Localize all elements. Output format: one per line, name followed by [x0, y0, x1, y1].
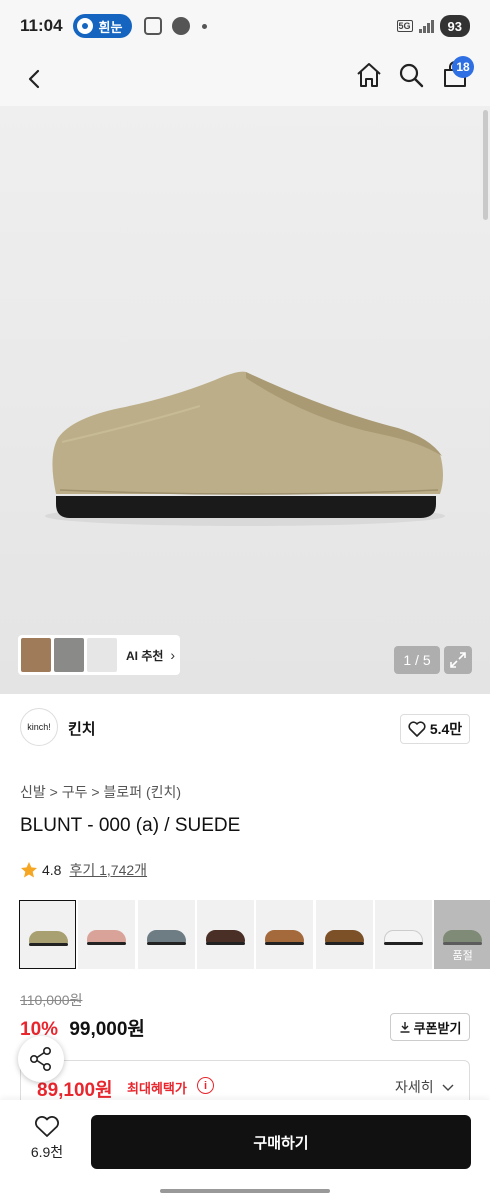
original-price: 110,000원: [20, 992, 83, 1008]
swatch-sole: [324, 942, 364, 945]
coupon-button[interactable]: 쿠폰받기: [390, 1013, 470, 1041]
product-title: BLUNT - 000 (a) / SUEDE: [20, 815, 241, 836]
expand-icon[interactable]: [444, 646, 472, 674]
product-image[interactable]: [0, 106, 490, 694]
swatch-sole: [29, 943, 68, 946]
coupon-label: 쿠폰받기: [413, 1020, 462, 1036]
screenshot-icon: [144, 17, 163, 35]
max-benefit-label: 최대혜택가: [127, 1081, 187, 1096]
more-notifications-icon: [202, 23, 208, 29]
shoe-image: [45, 371, 445, 526]
network-type: 5G: [396, 20, 413, 32]
search-icon[interactable]: [396, 60, 426, 90]
share-button[interactable]: [18, 1036, 64, 1082]
breadcrumb[interactable]: 신발 > 구두 > 블로퍼 (킨치): [20, 782, 181, 802]
recommend-thumb[interactable]: [54, 638, 84, 672]
recommend-thumb[interactable]: [21, 638, 51, 672]
ai-recommend-strip[interactable]: AI 추천 ›: [18, 635, 180, 675]
heart-icon: [408, 721, 426, 737]
color-swatch[interactable]: [78, 900, 136, 969]
sale-price: 99,000원: [69, 1019, 145, 1040]
brand-logo[interactable]: kinch!: [20, 708, 58, 746]
color-swatch[interactable]: [19, 900, 76, 969]
signal-icon: [418, 19, 434, 33]
status-right-group: 5G 93: [396, 15, 470, 37]
brand-like-button[interactable]: 5.4만: [400, 714, 470, 744]
color-swatch[interactable]: 품절: [434, 900, 490, 969]
star-icon: [21, 862, 37, 878]
back-button[interactable]: [20, 64, 50, 94]
buy-button[interactable]: 구매하기: [91, 1115, 471, 1169]
wishlist-count: 6.9천: [30, 1144, 64, 1160]
color-swatch[interactable]: [315, 900, 373, 969]
brand-like-count: 5.4만: [429, 721, 463, 737]
image-page-counter: 1 / 5: [394, 646, 440, 674]
heart-icon: [35, 1116, 59, 1137]
swatch-sole: [265, 942, 305, 945]
home-indicator[interactable]: [160, 1189, 330, 1193]
status-time: 11:04: [20, 16, 63, 35]
benefit-detail-toggle[interactable]: 자세히: [395, 1077, 454, 1097]
brand-name[interactable]: 킨치: [68, 718, 96, 739]
color-swatch[interactable]: [256, 900, 314, 969]
home-icon[interactable]: [354, 60, 384, 90]
status-notification-pill: 흰눈: [72, 14, 133, 38]
swatch-sole: [205, 942, 245, 945]
recommend-thumb[interactable]: [87, 638, 117, 672]
swatch-sole: [383, 942, 423, 945]
color-swatch[interactable]: [374, 900, 432, 969]
sold-out-label: 품절: [434, 900, 490, 969]
color-swatch[interactable]: [196, 900, 254, 969]
chevron-right-icon: ›: [170, 647, 176, 663]
bottom-action-bar: 6.9천 구매하기: [0, 1100, 490, 1200]
app-notification-icon: [172, 17, 191, 35]
review-count-link[interactable]: 후기 1,742개: [69, 860, 147, 880]
rating-score: 4.8: [42, 862, 62, 878]
target-icon: [76, 18, 93, 34]
brand-row: kinch! 킨치 5.4만: [0, 704, 490, 750]
color-options: 품절: [19, 900, 490, 970]
status-pill-label: 흰눈: [98, 19, 123, 35]
swatch-sole: [87, 942, 127, 945]
download-icon: [400, 1022, 410, 1033]
battery-level: 93: [439, 15, 470, 37]
info-icon[interactable]: i: [197, 1077, 214, 1094]
scrollbar[interactable]: [483, 110, 488, 220]
wishlist-button[interactable]: 6.9천: [18, 1116, 76, 1170]
status-bar: 11:04 흰눈 5G 93: [0, 0, 490, 52]
rating-row: 4.8 후기 1,742개: [20, 860, 147, 880]
chevron-down-icon: [442, 1084, 454, 1091]
swatch-sole: [146, 942, 186, 945]
cart-count-badge: 18: [452, 56, 474, 78]
color-swatch[interactable]: [137, 900, 195, 969]
ai-recommend-label[interactable]: AI 추천: [126, 647, 163, 664]
benefit-detail-label: 자세히: [395, 1079, 434, 1095]
